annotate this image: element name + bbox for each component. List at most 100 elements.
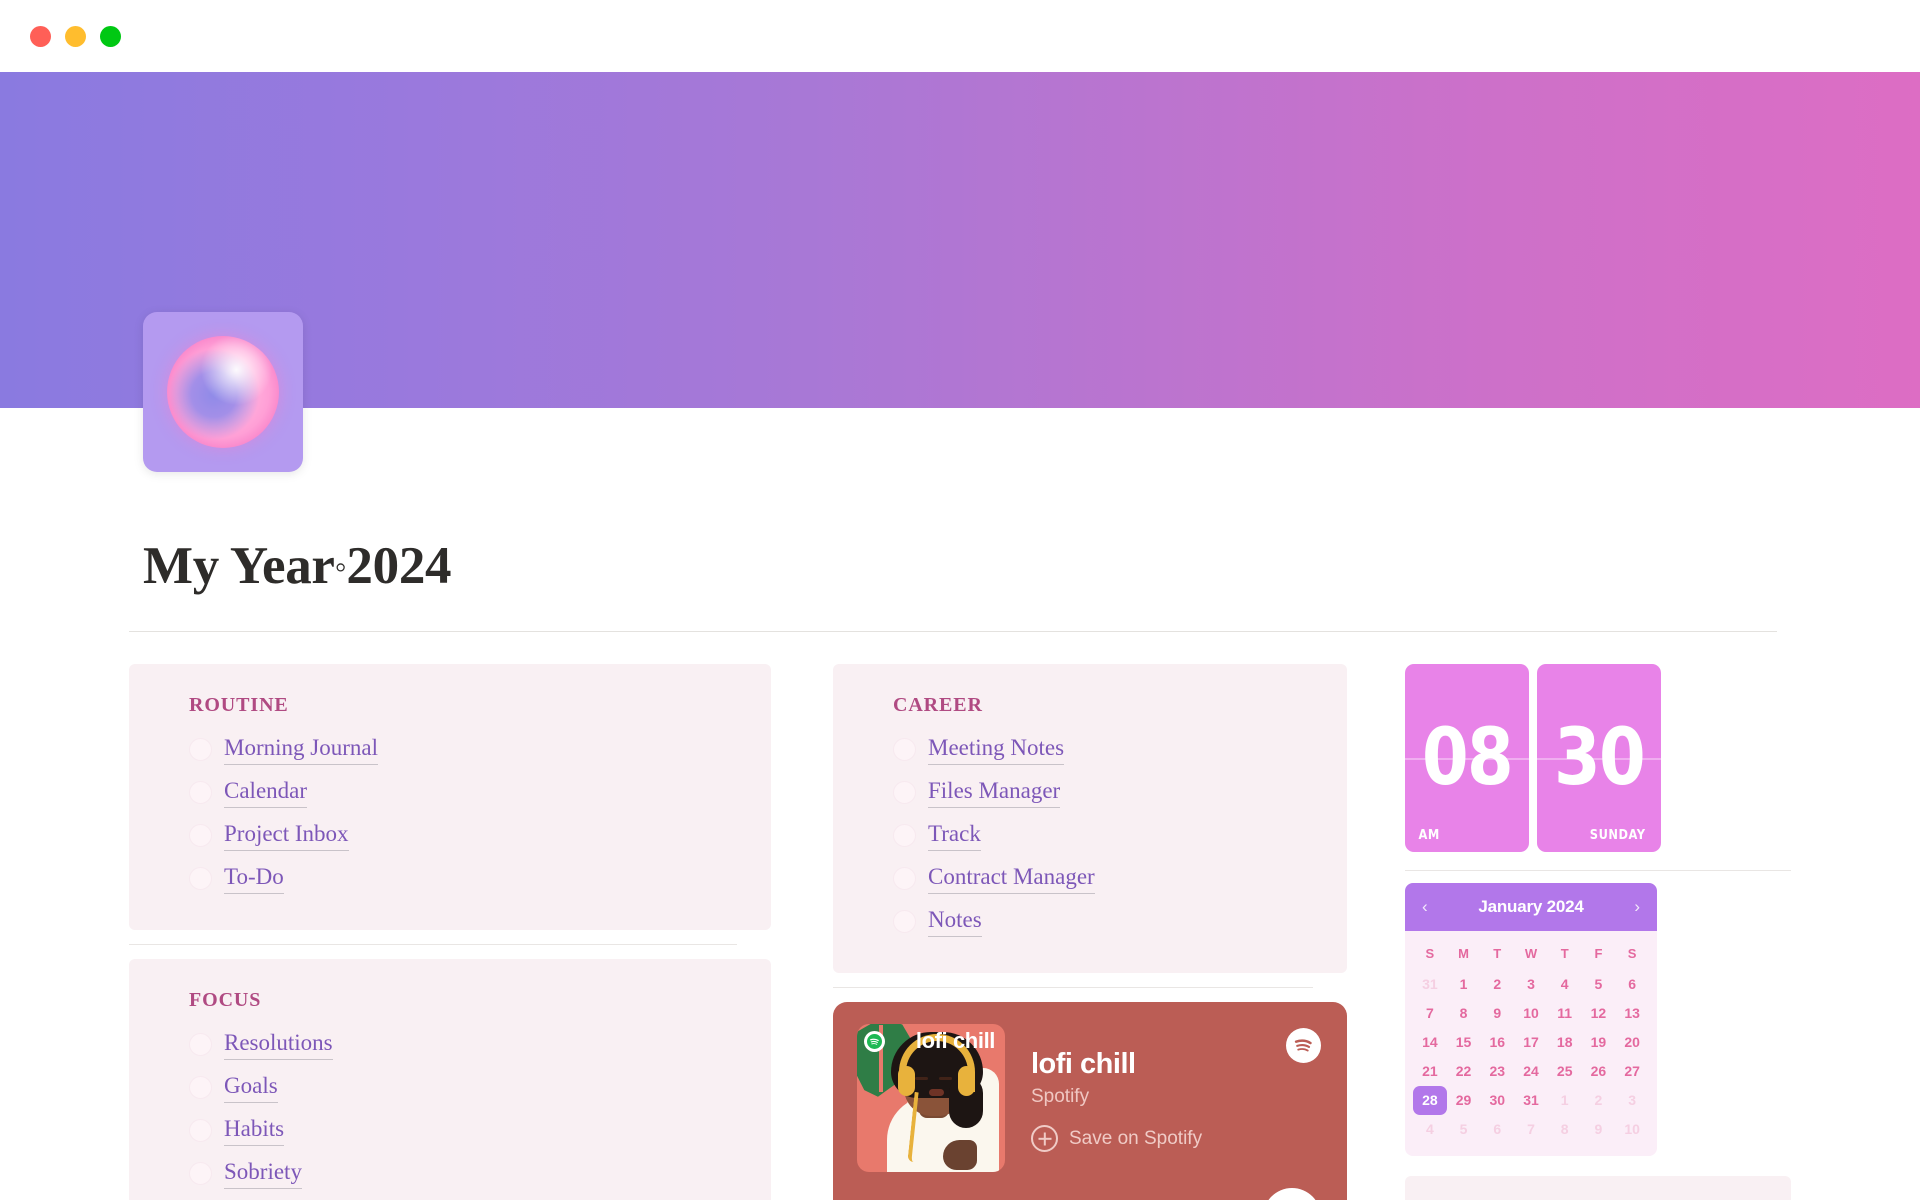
column-left: ROUTINE Morning Journal Calendar Project… — [129, 664, 771, 1200]
calendar-day[interactable]: 7 — [1514, 1115, 1548, 1144]
spotify-embed[interactable]: lofi chill lofi chill Spotify Save on Sp… — [833, 1002, 1347, 1200]
headphones-cup-left — [898, 1066, 915, 1096]
focus-card: FOCUS Resolutions Goals Habits Sobriety — [129, 959, 771, 1200]
calendar-month-label: January 2024 — [1478, 897, 1584, 916]
calendar-weekday: W — [1524, 946, 1538, 961]
calendar-day[interactable]: 8 — [1447, 999, 1481, 1028]
memory-stick-card: MEMORY STICK — [1405, 1176, 1791, 1200]
minimize-window-button[interactable] — [65, 25, 86, 47]
calendar-day[interactable]: 3 — [1514, 970, 1548, 999]
calendar-day[interactable]: 9 — [1582, 1115, 1616, 1144]
calendar-weekday: S — [1425, 946, 1435, 961]
list-item[interactable]: Contract Manager — [833, 857, 1313, 900]
calendar-day[interactable]: 1 — [1447, 970, 1481, 999]
calendar-weekday: F — [1594, 946, 1603, 961]
play-button[interactable] — [1263, 1188, 1321, 1200]
figure-eye-left — [915, 1077, 928, 1080]
figure-lips — [929, 1089, 944, 1096]
calendar-day[interactable]: 6 — [1615, 970, 1649, 999]
calendar-day[interactable]: 7 — [1413, 999, 1447, 1028]
list-item-label: Files Manager — [928, 777, 1061, 808]
list-item[interactable]: Resolutions — [129, 1023, 737, 1066]
clock-minute-panel: 30 SUNDAY — [1537, 664, 1661, 852]
calendar-day[interactable]: 6 — [1480, 1115, 1514, 1144]
page-bullet-icon — [189, 824, 212, 847]
calendar-day[interactable]: 2 — [1480, 970, 1514, 999]
calendar-day[interactable]: 5 — [1582, 970, 1616, 999]
calendar-day[interactable]: 14 — [1413, 1028, 1447, 1057]
list-item-label: Project Inbox — [224, 820, 349, 851]
calendar-day[interactable]: 31 — [1514, 1086, 1548, 1115]
save-on-spotify-label: Save on Spotify — [1069, 1127, 1203, 1149]
calendar-day[interactable]: 27 — [1615, 1057, 1649, 1086]
calendar-day[interactable]: 11 — [1548, 999, 1582, 1028]
chevron-left-icon[interactable]: ‹ — [1418, 897, 1432, 917]
calendar-day[interactable]: 10 — [1615, 1115, 1649, 1144]
calendar-day-today[interactable]: 28 — [1413, 1086, 1447, 1115]
career-card: CAREER Meeting Notes Files Manager Track… — [833, 664, 1347, 973]
calendar-day[interactable]: 30 — [1480, 1086, 1514, 1115]
calendar-day[interactable]: 16 — [1480, 1028, 1514, 1057]
zoom-window-button[interactable] — [100, 25, 121, 47]
calendar-day[interactable]: 2 — [1582, 1086, 1616, 1115]
calendar-day[interactable]: 29 — [1447, 1086, 1481, 1115]
list-item[interactable]: Project Inbox — [129, 814, 737, 857]
list-item[interactable]: Meeting Notes — [833, 728, 1313, 771]
list-item[interactable]: Calendar — [129, 771, 737, 814]
calendar-day[interactable]: 31 — [1413, 970, 1447, 999]
calendar-day[interactable]: 19 — [1582, 1028, 1616, 1057]
list-item[interactable]: Files Manager — [833, 771, 1313, 814]
title-separator-icon: ◦ — [334, 549, 347, 586]
page-title-text: My Year — [143, 537, 335, 595]
calendar-day[interactable]: 26 — [1582, 1057, 1616, 1086]
body-columns: ROUTINE Morning Journal Calendar Project… — [0, 632, 1920, 1200]
calendar-day[interactable]: 20 — [1615, 1028, 1649, 1057]
list-item[interactable]: Track — [833, 814, 1313, 857]
list-item-label: To-Do — [224, 863, 284, 894]
page-title[interactable]: My Year◦2024 — [143, 536, 1920, 596]
calendar-day[interactable]: 3 — [1615, 1086, 1649, 1115]
calendar-day[interactable]: 24 — [1514, 1057, 1548, 1086]
list-item-label: Calendar — [224, 777, 308, 808]
headphones-cup-right — [958, 1066, 975, 1096]
page-bullet-icon — [189, 867, 212, 890]
page-bullet-icon — [893, 738, 916, 761]
calendar-day[interactable]: 5 — [1447, 1115, 1481, 1144]
calendar-day[interactable]: 9 — [1480, 999, 1514, 1028]
calendar-day[interactable]: 23 — [1480, 1057, 1514, 1086]
calendar-day[interactable]: 4 — [1548, 970, 1582, 999]
page-bullet-icon — [893, 781, 916, 804]
page-bullet-icon — [189, 1162, 212, 1185]
calendar-day[interactable]: 25 — [1548, 1057, 1582, 1086]
list-item[interactable]: Habits — [129, 1109, 737, 1152]
spotify-badge-icon — [864, 1031, 885, 1052]
calendar-day[interactable]: 15 — [1447, 1028, 1481, 1057]
list-item[interactable]: To-Do — [129, 857, 737, 900]
calendar-day[interactable]: 8 — [1548, 1115, 1582, 1144]
calendar-weekday-row: S M T W T F S — [1413, 940, 1649, 970]
calendar-day[interactable]: 21 — [1413, 1057, 1447, 1086]
clock-hour-value: 08 — [1422, 713, 1514, 803]
calendar-day[interactable]: 4 — [1413, 1115, 1447, 1144]
chevron-right-icon[interactable]: › — [1630, 897, 1644, 917]
list-item[interactable]: Notes — [833, 900, 1313, 943]
page-icon[interactable] — [143, 312, 303, 472]
calendar-day[interactable]: 18 — [1548, 1028, 1582, 1057]
close-window-button[interactable] — [30, 25, 51, 47]
list-item[interactable]: Sobriety — [129, 1152, 737, 1195]
calendar-day[interactable]: 12 — [1582, 999, 1616, 1028]
calendar-day[interactable]: 17 — [1514, 1028, 1548, 1057]
calendar-day[interactable]: 22 — [1447, 1057, 1481, 1086]
calendar-day[interactable]: 1 — [1548, 1086, 1582, 1115]
save-on-spotify-button[interactable]: Save on Spotify — [1031, 1125, 1202, 1152]
calendar-day[interactable]: 10 — [1514, 999, 1548, 1028]
section-divider — [833, 987, 1313, 988]
list-item[interactable]: Goals — [129, 1066, 737, 1109]
list-item[interactable]: Morning Journal — [129, 728, 737, 771]
calendar-day[interactable]: 13 — [1615, 999, 1649, 1028]
flip-clock-widget: 08 AM 30 SUNDAY — [1405, 664, 1791, 852]
calendar-header: ‹ January 2024 › — [1405, 883, 1657, 931]
spotify-logo-icon[interactable] — [1286, 1028, 1321, 1063]
list-item-label: Goals — [224, 1072, 278, 1103]
figure-eye-right — [939, 1077, 952, 1080]
